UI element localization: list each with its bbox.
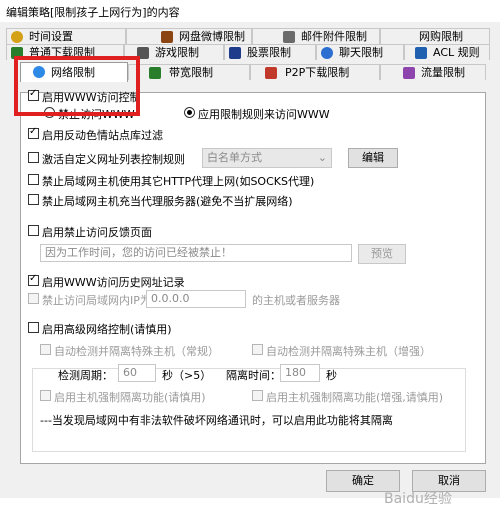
block-www-label: 禁止访问WWW [58,108,135,121]
auto-detect-normal-label: 自动检测并隔离特殊主机（常规） [54,345,219,358]
clock-icon [11,31,23,43]
title-bar: 编辑策略[限制孩子上网行为]的内容 [0,0,500,23]
block-lan-ip-label: 禁止访问局域网内IP为 [42,294,151,307]
advanced-control-checkbox[interactable] [28,322,39,333]
force-isolate-checkbox[interactable] [40,390,51,401]
tab-acl-rules[interactable]: ACL 规则 [404,44,490,60]
block-http-proxy-checkbox[interactable] [28,174,39,185]
tab-stock[interactable]: 股票限制 [224,44,316,60]
list-mode-select[interactable]: 白名单方式 ⌄ [202,148,332,168]
block-lan-ip-checkbox[interactable] [28,293,39,304]
auto-detect-normal-checkbox[interactable] [40,344,51,355]
anti-porn-filter-label: 启用反动色情站点库过滤 [42,129,163,142]
download-icon [11,47,23,59]
tab-label: 普通下载限制 [29,46,95,59]
tab-label: 聊天限制 [339,46,383,59]
tab-label: ACL 规则 [433,46,480,59]
www-history-label: 启用WWW访问历史网址记录 [42,276,185,289]
block-lan-proxy-label: 禁止局域网主机充当代理服务器(避免不当扩展网络) [42,195,293,208]
list-mode-value: 白名单方式 [207,151,262,164]
force-isolate-enhanced-label: 启用主机强制隔离功能(增强,请慎用) [266,391,444,404]
block-lan-proxy-checkbox[interactable] [28,194,39,205]
policy-dialog: 时间设置 网盘微博限制 邮件附件限制 网购限制 普通下载限制 游戏限制 股票限制… [0,22,500,507]
detect-period-input[interactable]: 60 [118,364,156,382]
preview-button[interactable]: 预览 [358,244,406,264]
window-title: 编辑策略[限制孩子上网行为]的内容 [6,6,180,19]
tab-label: 网购限制 [419,30,463,43]
baidu-watermark: Baidu经验 [384,491,452,507]
bandwidth-icon [149,67,161,79]
auto-detect-enhanced-label: 自动检测并隔离特殊主机（增强） [266,345,431,358]
detect-period-label: 检测周期： [58,369,113,382]
feedback-page-label: 启用禁止访问反馈页面 [42,226,152,239]
acl-icon [415,47,427,59]
tab-mail-attachment[interactable]: 邮件附件限制 [252,28,380,44]
game-icon [137,47,149,59]
custom-url-checkbox[interactable] [28,152,39,163]
custom-url-label: 激活自定义网址列表控制规则 [42,153,185,166]
detect-period-unit: 秒（>5） [162,369,212,382]
tab-traffic[interactable]: 流量限制 [380,64,486,80]
apply-rules-label: 应用限制规则来访问WWW [198,108,330,121]
tab-label: 游戏限制 [155,46,199,59]
feedback-message-input[interactable]: 因为工作时间，您的访问已经被禁止！ [40,244,352,262]
anti-porn-filter-checkbox[interactable] [28,126,39,139]
tab-time-settings[interactable]: 时间设置 [6,28,126,44]
p2p-icon [265,67,277,79]
tab-label: 流量限制 [421,66,465,79]
force-isolate-label: 启用主机强制隔离功能(请慎用) [54,391,206,404]
traffic-icon [403,67,415,79]
edit-button[interactable]: 编辑 [348,148,398,168]
globe-icon [33,66,45,78]
block-http-proxy-label: 禁止局域网主机使用其它HTTP代理上网(如SOCKS代理) [42,175,315,188]
www-history-checkbox[interactable] [28,273,39,286]
lan-ip-input[interactable]: 0.0.0.0 [146,290,246,308]
tab-label: 网盘微博限制 [179,30,245,43]
tab-cloud-weibo[interactable]: 网盘微博限制 [126,28,252,44]
tab-p2p[interactable]: P2P下载限制 [250,64,380,80]
advanced-control-label: 启用高级网络控制(请慎用) [42,323,172,336]
tab-chat[interactable]: 聊天限制 [316,44,404,60]
force-isolate-enhanced-checkbox[interactable] [252,390,263,401]
tab-network-limit[interactable]: 网络限制 [20,62,128,82]
tab-label: P2P下载限制 [285,66,350,79]
apply-rules-radio[interactable] [184,107,195,118]
lan-ip-suffix: 的主机或者服务器 [252,294,340,307]
tab-shopping[interactable]: 网购限制 [380,28,490,44]
advanced-note: ---当发现局域网中有非法软件破坏网络通讯时，可以启用此功能将其隔离 [40,414,393,427]
tab-label: 股票限制 [247,46,291,59]
cloud-icon [161,31,173,43]
block-www-radio[interactable] [44,107,55,118]
tab-label: 邮件附件限制 [301,30,367,43]
isolate-time-input[interactable]: 180 [280,364,320,382]
feedback-page-checkbox[interactable] [28,225,39,236]
tab-game[interactable]: 游戏限制 [124,44,224,60]
tab-label: 时间设置 [29,30,73,43]
enable-www-control-checkbox[interactable] [28,88,39,101]
tab-label: 带宽限制 [169,66,213,79]
chevron-down-icon: ⌄ [317,151,327,164]
tab-normal-download[interactable]: 普通下载限制 [6,44,124,60]
chat-icon [321,47,333,59]
stock-icon [229,47,241,59]
enable-www-control-label: 启用WWW访问控制 [42,91,141,104]
isolate-time-unit: 秒 [326,369,337,382]
mail-icon [283,31,295,43]
tab-bandwidth[interactable]: 带宽限制 [128,64,250,80]
auto-detect-enhanced-checkbox[interactable] [252,344,263,355]
isolate-time-label: 隔离时间： [226,369,281,382]
tab-label: 网络限制 [51,66,95,79]
